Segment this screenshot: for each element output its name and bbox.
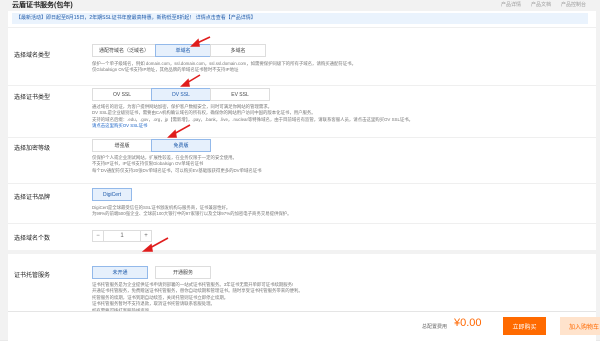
- protection-level-options: 增强版 免费版: [92, 139, 211, 152]
- buy-ov-link[interactable]: 请点击这里购买OV SSL证书: [92, 123, 572, 129]
- level-desc-line: 每个DV通配符仅支持20张DV单域名证书，可以购买EV基础版获得更多的DV单域名…: [92, 167, 262, 173]
- hosting-description: 证书托管服务是为企业提供证书申请到部署的一站式证书托管服务。3年证书无需开单即可…: [92, 282, 572, 314]
- brand-label: 选择证书品牌: [14, 195, 51, 201]
- domain-count-input[interactable]: 1: [104, 230, 140, 242]
- level-option-free[interactable]: 免费版: [151, 139, 211, 152]
- page-title: 云盾证书服务(包年): [12, 2, 73, 9]
- cert-type-label: 选择证书类型: [14, 95, 51, 101]
- brand-section: 选择证书品牌 DigiCert DigiCert是全球最受信任的SSL证书颁发机…: [8, 183, 596, 224]
- cert-type-description: 通过域名的验证，为客户提供网站加密，保护客户数据安全，同时可满足你网站的管理需求…: [92, 104, 572, 130]
- protection-level-description: 仅保护个人或企业测试网站，扩展性较差，在业务仅限于一定的安全使用。 不支持IP证…: [92, 155, 572, 174]
- domain-count-stepper: − 1 +: [92, 230, 152, 242]
- hosting-label: 证书托管服务: [14, 273, 51, 279]
- level-option-enhanced[interactable]: 增强版: [92, 139, 152, 152]
- protection-level-label: 选择加密等级: [14, 146, 51, 152]
- product-console-link[interactable]: 产品控制台: [561, 1, 586, 8]
- domain-option-wildcard[interactable]: 通配符域名（泛域名）: [92, 44, 156, 57]
- promo-notice[interactable]: 【最新活动】即日起至8月15日，2年期SSL证书年度最高特惠，新购低至8折起！ …: [12, 13, 588, 24]
- increment-button[interactable]: +: [140, 230, 152, 242]
- product-detail-link[interactable]: 产品详情: [501, 1, 521, 8]
- top-bar: 云盾证书服务(包年) 产品详情 产品文档 产品控制台: [8, 0, 592, 10]
- total-price: ¥0.00: [454, 317, 482, 329]
- domain-count-label: 选择域名个数: [14, 236, 51, 242]
- header-links: 产品详情 产品文档 产品控制台: [501, 1, 586, 8]
- app-frame: 云盾证书服务(包年) 产品详情 产品文档 产品控制台 【最新活动】即日起至8月1…: [0, 0, 600, 341]
- hosting-options: 未开通 开通服务: [92, 266, 211, 279]
- cert-option-ov[interactable]: OV SSL: [92, 88, 152, 101]
- hosting-option-off[interactable]: 未开通: [92, 266, 148, 279]
- domain-count-section: 选择域名个数 − 1 +: [8, 223, 596, 251]
- add-to-cart-button[interactable]: 加入购物车: [560, 317, 600, 335]
- total-cost-label: 总配置费用: [422, 324, 448, 330]
- protection-level-section: 选择加密等级 增强版 免费版 仅保护个人或企业测试网站，扩展性较差，在业务仅限于…: [8, 137, 596, 184]
- cert-option-dv[interactable]: DV SSL: [151, 88, 211, 101]
- order-footer: 总配置费用 ¥0.00 立即购买 加入购物车: [8, 311, 600, 341]
- brand-options: DigiCert: [92, 188, 132, 201]
- buy-now-button[interactable]: 立即购买: [503, 317, 546, 335]
- domain-type-options: 通配符域名（泛域名） 单域名 多域名: [92, 44, 266, 57]
- hosting-section: 证书托管服务 未开通 开通服务 证书托管服务是为企业提供证书申请到部署的一站式证…: [8, 250, 596, 315]
- domain-type-label: 选择域名类型: [14, 53, 51, 59]
- domain-type-description: 保护一个单子级域名，例如 domain.com，ssl.domain.com，s…: [92, 61, 572, 74]
- brand-description: DigiCert是全球最受信任的SSL证书颁发机构与服务商，证书兼容性好。 为9…: [92, 205, 572, 218]
- domain-desc-line: 仅Globalsign OV证书支持IP地址，其他品牌的单域名证书暂时不支持IP…: [92, 67, 239, 73]
- product-docs-link[interactable]: 产品文档: [531, 1, 551, 8]
- hosting-option-on[interactable]: 开通服务: [155, 266, 211, 279]
- domain-option-single[interactable]: 单域名: [155, 44, 211, 57]
- decrement-button[interactable]: −: [92, 230, 104, 242]
- cert-type-options: OV SSL DV SSL EV SSL: [92, 88, 270, 101]
- brand-option-digicert[interactable]: DigiCert: [92, 188, 132, 201]
- cert-option-ev[interactable]: EV SSL: [210, 88, 270, 101]
- cert-type-section: 选择证书类型 OV SSL DV SSL EV SSL 通过域名的验证，为客户提…: [8, 85, 596, 138]
- domain-option-multi[interactable]: 多域名: [210, 44, 266, 57]
- brand-desc-line: 为99%的前端500强企业、全球前100大银行中的97家银行以及全球97%的加密…: [92, 211, 292, 217]
- domain-type-section: 选择域名类型 通配符域名（泛域名） 单域名 多域名 保护一个单子级域名，例如 d…: [8, 27, 596, 86]
- config-panel: 【最新活动】即日起至8月15日，2年期SSL证书年度最高特惠，新购低至8折起！ …: [8, 11, 596, 313]
